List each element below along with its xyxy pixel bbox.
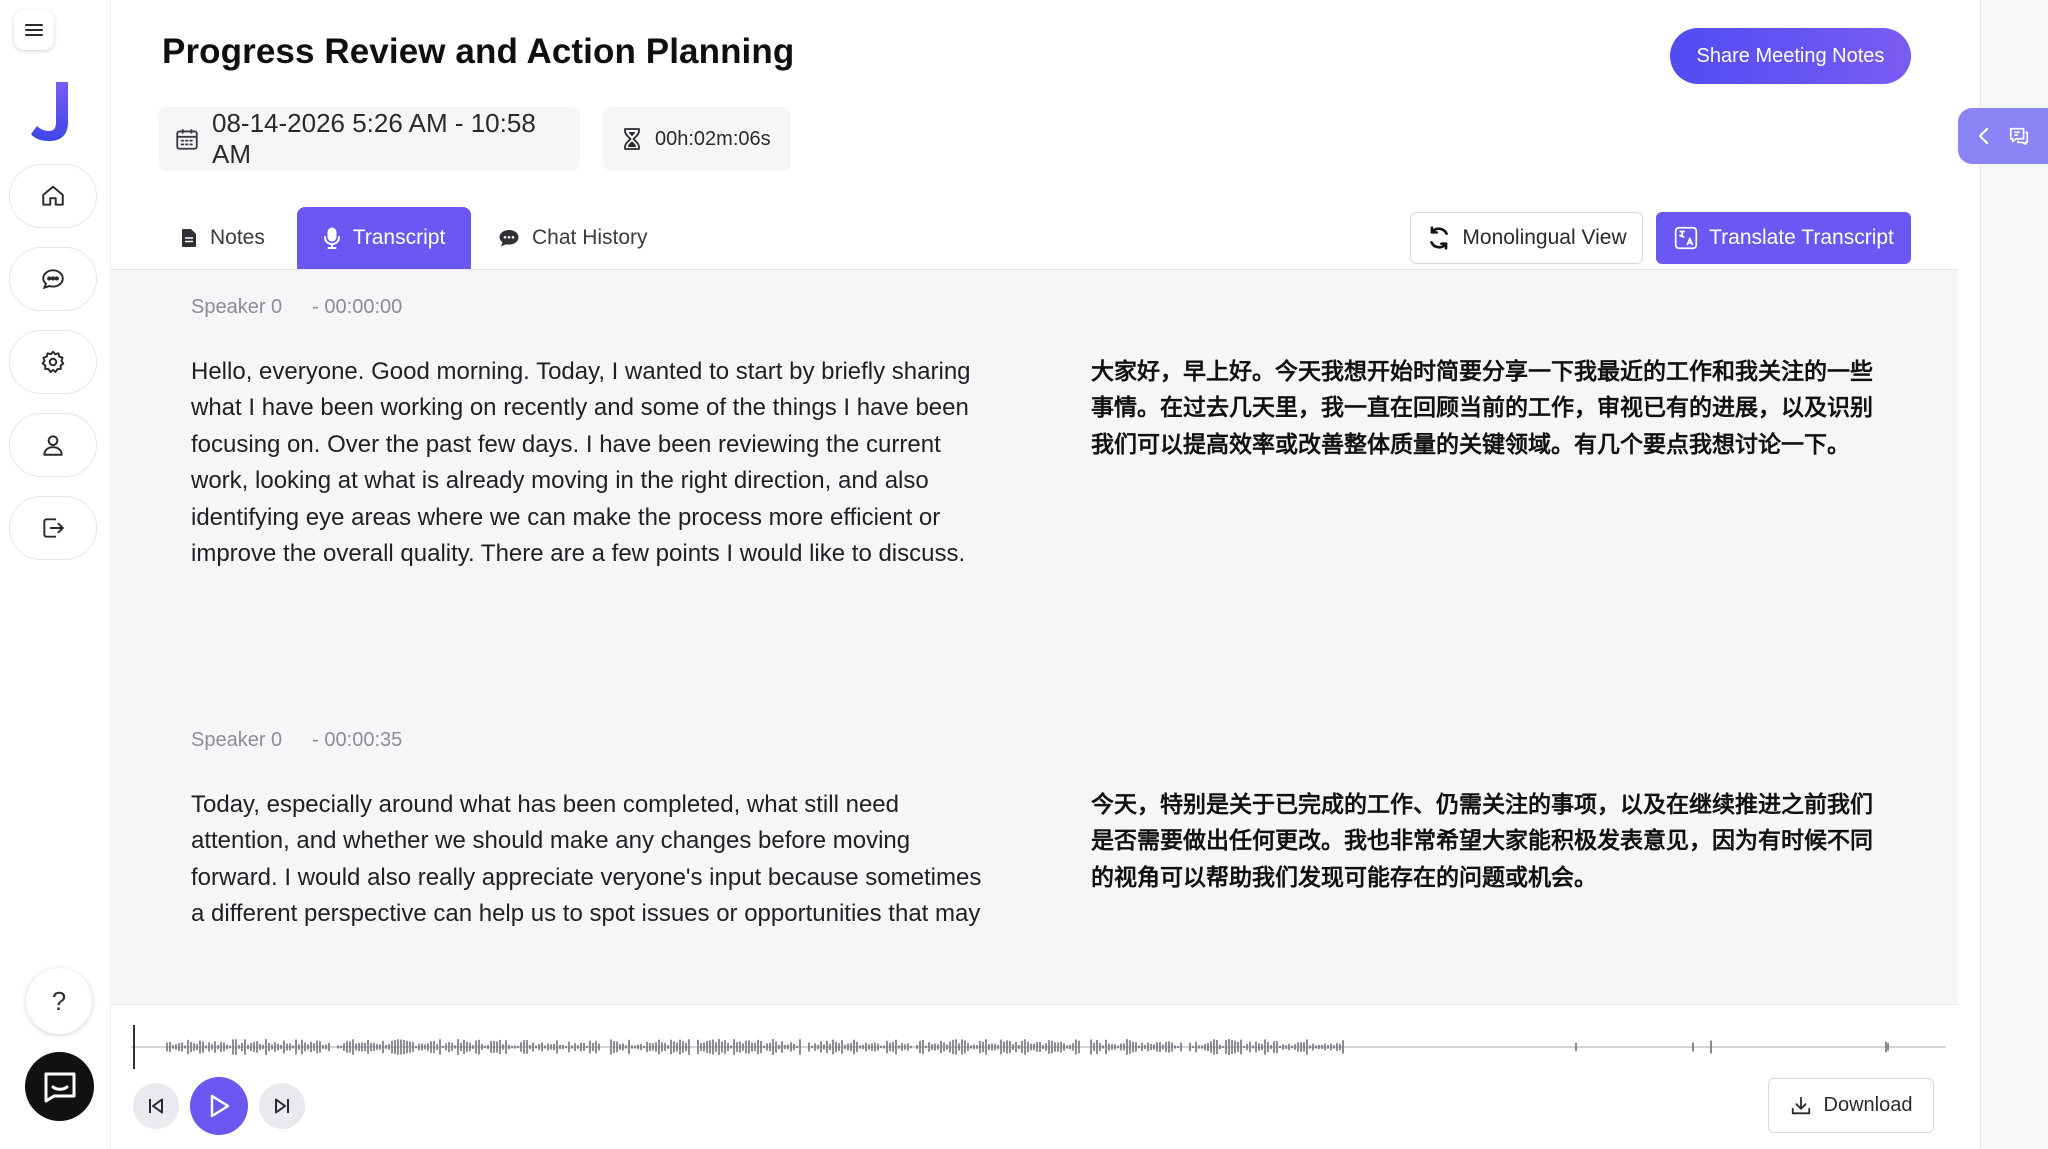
tab-notes[interactable]: Notes: [180, 207, 265, 269]
download-button[interactable]: Download: [1768, 1078, 1934, 1133]
play-icon: [207, 1093, 231, 1119]
notes-panel-icon: [2008, 125, 2030, 147]
skip-back-button[interactable]: [133, 1083, 179, 1129]
monolingual-view-label: Monolingual View: [1462, 226, 1627, 249]
nav-logout-button[interactable]: [9, 496, 97, 560]
nav-chat-button[interactable]: [9, 247, 97, 311]
speaker-label: Speaker 0: [191, 729, 283, 751]
help-label: ?: [51, 985, 67, 1016]
translate-transcript-button[interactable]: Translate Transcript: [1656, 212, 1911, 264]
page-title: Progress Review and Action Planning: [162, 32, 795, 71]
segment-text: Hello, everyone. Good morning. Today, I …: [191, 358, 971, 568]
date-range-text: 08-14-2026 5:26 AM - 10:58 AM: [212, 108, 536, 169]
nav-profile-button[interactable]: [9, 413, 97, 477]
logout-icon: [40, 515, 66, 541]
segment-translation: 大家好，早上好。今天我想开始时简要分享一下我最近的工作和我关注的一些事情。在过去…: [1091, 359, 1873, 458]
speaker-label: Speaker 0: [191, 296, 283, 318]
gear-icon: [40, 349, 66, 375]
meeting-duration: 00h:02m:06s: [603, 107, 791, 171]
user-icon: [40, 432, 66, 458]
side-panel-toggle[interactable]: [1958, 108, 2048, 164]
skip-back-icon: [147, 1097, 165, 1115]
monolingual-view-button[interactable]: Monolingual View: [1410, 212, 1643, 264]
audio-waveform[interactable]: [131, 1017, 1946, 1077]
tab-chat-history[interactable]: Chat History: [498, 207, 648, 269]
segment-timestamp: - 00:00:35: [312, 729, 403, 751]
segment-translation: 今天，特别是关于已完成的工作、仍需关注的事项，以及在继续推进之前我们是否需要做出…: [1091, 792, 1873, 891]
document-icon: [180, 228, 198, 248]
download-icon: [1790, 1095, 1812, 1117]
chat-icon: [498, 228, 520, 248]
download-label: Download: [1823, 1094, 1913, 1116]
translate-icon: [1673, 225, 1699, 251]
translate-transcript-label: Translate Transcript: [1709, 226, 1894, 249]
segment-timestamp: - 00:00:00: [312, 296, 403, 318]
chat-launcher-icon: [42, 1070, 78, 1104]
home-icon: [40, 183, 66, 209]
tab-chat-history-label: Chat History: [532, 226, 648, 249]
skip-forward-button[interactable]: [259, 1083, 305, 1129]
tab-transcript[interactable]: Transcript: [297, 207, 471, 269]
right-rail: [1980, 0, 2048, 1149]
chat-launcher-button[interactable]: [25, 1052, 94, 1121]
audio-player: Download: [111, 1004, 1958, 1149]
calendar-icon: [174, 126, 200, 152]
help-button[interactable]: ?: [26, 968, 92, 1034]
chat-bubble-icon: [40, 266, 66, 292]
app-logo[interactable]: [30, 78, 76, 144]
sidebar: ?: [0, 0, 111, 1149]
share-meeting-notes-button[interactable]: Share Meeting Notes: [1670, 28, 1911, 84]
play-button[interactable]: [190, 1077, 248, 1135]
refresh-icon: [1426, 225, 1452, 251]
transcript-panel: Speaker 0 - 00:00:00 Hello, everyone. Goo…: [111, 270, 1958, 1004]
nav-home-button[interactable]: [9, 164, 97, 228]
duration-text: 00h:02m:06s: [655, 127, 771, 150]
skip-forward-icon: [273, 1097, 291, 1115]
segment-header: Speaker 0 - 00:00:00: [191, 296, 402, 319]
hourglass-icon: [621, 127, 643, 151]
microphone-icon: [323, 227, 341, 249]
hamburger-icon: [24, 22, 44, 38]
segment-header: Speaker 0 - 00:00:35: [191, 729, 402, 752]
segment-text: Today, especially around what has been c…: [191, 791, 982, 928]
nav-settings-button[interactable]: [9, 330, 97, 394]
menu-toggle-button[interactable]: [14, 10, 54, 50]
meeting-date-range: 08-14-2026 5:26 AM - 10:58 AM: [158, 107, 580, 171]
chevron-left-icon: [1977, 127, 1991, 145]
tab-transcript-label: Transcript: [352, 226, 446, 249]
tab-notes-label: Notes: [210, 226, 265, 249]
